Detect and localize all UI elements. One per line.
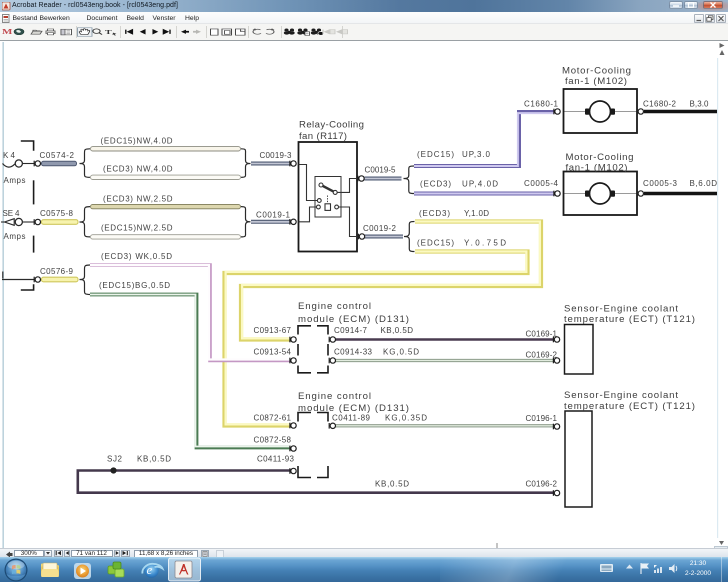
svg-text:fan-1 (M102): fan-1 (M102) [565, 76, 627, 87]
svg-text:C0196-1: C0196-1 [526, 414, 558, 423]
svg-text:KB,0.5D: KB,0.5D [375, 480, 409, 489]
svg-text:C1680-1: C1680-1 [524, 100, 559, 109]
svg-text:UP,3.0: UP,3.0 [462, 150, 491, 159]
svg-text:(EDC15): (EDC15) [417, 150, 454, 159]
svg-text:C0575-8: C0575-8 [40, 209, 74, 218]
svg-text:Motor-Cooling: Motor-Cooling [562, 66, 631, 77]
svg-text:M: M [2, 28, 13, 35]
svg-text:T: T [105, 29, 112, 36]
svg-text:C0019-1: C0019-1 [256, 211, 291, 220]
svg-text:SJ2: SJ2 [107, 455, 123, 464]
svg-text:(ECD3) NW,4.0D: (ECD3) NW,4.0D [103, 165, 173, 174]
svg-text:fan (R117): fan (R117) [299, 131, 347, 142]
svg-text:Y,1.0D: Y,1.0D [464, 209, 489, 218]
svg-text:fan-1 (M102): fan-1 (M102) [566, 163, 628, 174]
svg-text:C0019-3: C0019-3 [260, 151, 293, 160]
svg-text:(EDC15)BG,0.5D: (EDC15)BG,0.5D [99, 281, 170, 290]
svg-text:C0411-89: C0411-89 [332, 414, 371, 423]
svg-text:C0019-2: C0019-2 [363, 224, 397, 233]
svg-text:C0169-1: C0169-1 [526, 330, 558, 339]
svg-text:C0574-2: C0574-2 [40, 151, 75, 160]
svg-text:(ECD3) WK,0.5D: (ECD3) WK,0.5D [101, 252, 172, 261]
svg-text:(EDC15): (EDC15) [417, 239, 454, 248]
svg-text:C0019-5: C0019-5 [365, 166, 397, 175]
svg-text:module (ECM) (D131): module (ECM) (D131) [298, 403, 409, 414]
svg-text:Sensor-Engine coolant: Sensor-Engine coolant [564, 390, 678, 401]
svg-text:temperature (ECT) (T121): temperature (ECT) (T121) [564, 401, 695, 412]
svg-text:C0005-4: C0005-4 [524, 179, 559, 188]
svg-text:(ECD3) NW,2.5D: (ECD3) NW,2.5D [103, 195, 173, 204]
svg-text:(ECD3): (ECD3) [419, 209, 450, 218]
svg-text:Relay-Cooling: Relay-Cooling [299, 120, 364, 131]
svg-text:Engine control: Engine control [298, 391, 371, 402]
svg-text:KB,0.5D: KB,0.5D [137, 455, 171, 464]
svg-text:C0872-61: C0872-61 [254, 414, 292, 423]
svg-text:Amps: Amps [4, 176, 26, 185]
svg-text:C0913-67: C0913-67 [254, 326, 292, 335]
svg-text:B,6.0D: B,6.0D [690, 179, 718, 188]
svg-text:UP,4.0D: UP,4.0D [462, 180, 498, 189]
svg-text:B,3.0: B,3.0 [690, 100, 710, 109]
svg-text:Amps: Amps [4, 232, 26, 241]
svg-text:Engine control: Engine control [298, 301, 371, 312]
svg-text:C0196-2: C0196-2 [526, 480, 558, 489]
svg-text:C0913-54: C0913-54 [254, 348, 292, 357]
svg-text:C0914-7: C0914-7 [334, 326, 368, 335]
svg-text:C0872-58: C0872-58 [254, 436, 292, 445]
svg-text:module (ECM) (D131): module (ECM) (D131) [298, 314, 409, 325]
svg-text:Motor-Cooling: Motor-Cooling [566, 152, 634, 163]
svg-text:C0576-9: C0576-9 [40, 267, 74, 276]
svg-text:KG,0.5D: KG,0.5D [383, 348, 419, 357]
svg-text:C0005-3: C0005-3 [643, 179, 678, 188]
svg-text:(EDC15)NW,4.0D: (EDC15)NW,4.0D [101, 137, 173, 146]
svg-text:C1680-2: C1680-2 [643, 100, 677, 109]
svg-text:C0914-33: C0914-33 [334, 348, 373, 357]
svg-text:K 4: K 4 [3, 151, 16, 160]
svg-text:C0411-93: C0411-93 [257, 455, 295, 464]
svg-text:temperature (ECT) (T121): temperature (ECT) (T121) [564, 314, 695, 325]
svg-text:SE 4: SE 4 [3, 209, 21, 218]
svg-text:Y.0.75D: Y.0.75D [464, 239, 506, 248]
svg-text:KG,0.35D: KG,0.35D [385, 414, 427, 423]
svg-text:(EDC15)NW,2.5D: (EDC15)NW,2.5D [101, 224, 173, 233]
svg-text:Sensor-Engine coolant: Sensor-Engine coolant [564, 304, 678, 315]
svg-text:C0169-2: C0169-2 [526, 351, 558, 360]
svg-text:(ECD3): (ECD3) [420, 180, 451, 189]
svg-text:KB,0.5D: KB,0.5D [381, 326, 414, 335]
